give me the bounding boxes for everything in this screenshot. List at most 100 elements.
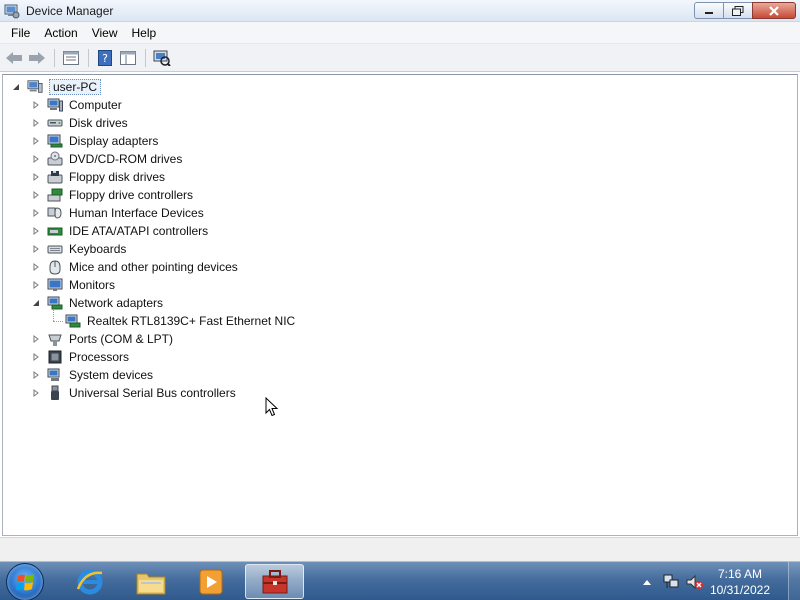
collapse-arrow-icon[interactable] — [11, 82, 21, 92]
tree-item-label[interactable]: Display adapters — [69, 134, 158, 148]
expand-arrow-icon[interactable] — [31, 262, 41, 272]
tree-connector — [53, 310, 54, 321]
taskbar-windows-explorer[interactable] — [123, 564, 179, 599]
tree-item-label[interactable]: Universal Serial Bus controllers — [69, 386, 236, 400]
expand-arrow-icon[interactable] — [31, 208, 41, 218]
tree-category-item[interactable]: Keyboards — [31, 240, 126, 258]
back-button[interactable] — [3, 47, 25, 69]
expand-arrow-icon[interactable] — [31, 226, 41, 236]
tree-item-label[interactable]: Realtek RTL8139C+ Fast Ethernet NIC — [87, 314, 295, 328]
tree-item-label[interactable]: Mice and other pointing devices — [69, 260, 238, 274]
tree-item-label[interactable]: Computer — [69, 98, 122, 112]
tree-category-item[interactable]: Universal Serial Bus controllers — [31, 384, 236, 402]
tree-item-label[interactable]: Disk drives — [69, 116, 128, 130]
close-button[interactable] — [752, 2, 796, 19]
tree-category-item[interactable]: Monitors — [31, 276, 115, 294]
tree-category-item[interactable]: Computer — [31, 96, 122, 114]
close-icon — [769, 5, 779, 16]
properties-view-icon — [63, 50, 79, 65]
tree-category-item[interactable]: IDE ATA/ATAPI controllers — [31, 222, 208, 240]
taskbar-media-player[interactable] — [183, 564, 239, 599]
expand-arrow-icon[interactable] — [31, 100, 41, 110]
minimize-icon — [705, 11, 713, 14]
monitor-icon — [47, 277, 63, 293]
menu-view[interactable]: View — [85, 22, 125, 44]
tree-category-item[interactable]: Ports (COM & LPT) — [31, 330, 173, 348]
show-hidden-icons-button[interactable] — [638, 573, 656, 591]
network-status-icon — [663, 574, 679, 588]
title-bar[interactable]: Device Manager — [0, 0, 800, 22]
help-button[interactable]: ? — [94, 47, 116, 69]
restore-button[interactable] — [723, 2, 752, 19]
volume-button[interactable] — [686, 573, 704, 591]
network-card-icon — [65, 313, 81, 329]
taskbar-device-manager[interactable] — [245, 564, 304, 599]
tree-item-label[interactable]: IDE ATA/ATAPI controllers — [69, 224, 208, 238]
expand-arrow-icon[interactable] — [31, 190, 41, 200]
expand-arrow-icon[interactable] — [31, 280, 41, 290]
tree-item-label[interactable]: DVD/CD-ROM drives — [69, 152, 182, 166]
taskbar-internet-explorer[interactable] — [62, 564, 118, 599]
tree-item-label[interactable]: Network adapters — [69, 296, 163, 310]
device-tree[interactable]: user-PC Computer Disk drives Display adapt… — [2, 74, 798, 536]
tree-item-label[interactable]: System devices — [69, 368, 153, 382]
internet-explorer-icon — [76, 569, 103, 594]
collapse-arrow-icon[interactable] — [31, 298, 41, 308]
tree-item-label[interactable]: Floppy disk drives — [69, 170, 165, 184]
tree-category-item[interactable]: System devices — [31, 366, 153, 384]
tree-category-item[interactable]: Human Interface Devices — [31, 204, 204, 222]
menu-help[interactable]: Help — [125, 22, 164, 44]
forward-button[interactable] — [26, 47, 48, 69]
network-status-button[interactable] — [662, 573, 680, 591]
tree-item-label[interactable]: Keyboards — [69, 242, 126, 256]
tree-category-item[interactable]: Network adapters — [31, 294, 163, 312]
status-bar — [0, 537, 800, 561]
tree-category-item[interactable]: Processors — [31, 348, 129, 366]
expand-arrow-icon[interactable] — [31, 244, 41, 254]
tree-category-item[interactable]: Disk drives — [31, 114, 128, 132]
toolbar-separator — [88, 48, 89, 67]
tree-item-label[interactable]: Ports (COM & LPT) — [69, 332, 173, 346]
show-hide-tree-button[interactable] — [117, 47, 139, 69]
tree-item-label[interactable]: Monitors — [69, 278, 115, 292]
tree-category-item[interactable]: Floppy disk drives — [31, 168, 165, 186]
help-icon: ? — [98, 49, 112, 66]
windows-explorer-icon — [136, 573, 166, 594]
show-desktop-button[interactable] — [788, 562, 800, 600]
scan-hardware-button[interactable] — [151, 47, 173, 69]
root-label[interactable]: user-PC — [49, 79, 102, 95]
expand-arrow-icon[interactable] — [31, 172, 41, 182]
tree-category-item[interactable]: Floppy drive controllers — [31, 186, 193, 204]
expand-arrow-icon[interactable] — [31, 136, 41, 146]
expand-arrow-icon[interactable] — [31, 352, 41, 362]
tree-child-item[interactable]: Realtek RTL8139C+ Fast Ethernet NIC — [65, 312, 295, 330]
floppy-disk-icon — [47, 169, 63, 185]
keyboard-icon — [47, 241, 63, 257]
properties-view-button[interactable] — [60, 47, 82, 69]
tree-root[interactable]: user-PC — [11, 78, 102, 96]
tree-item-label[interactable]: Processors — [69, 350, 129, 364]
expand-arrow-icon[interactable] — [31, 334, 41, 344]
expand-arrow-icon[interactable] — [31, 154, 41, 164]
expand-arrow-icon[interactable] — [31, 118, 41, 128]
expand-arrow-icon[interactable] — [31, 388, 41, 398]
window-title: Device Manager — [26, 4, 114, 18]
usb-icon — [47, 385, 63, 401]
toolbar: ? — [0, 44, 800, 72]
clock-time: 7:16 AM — [717, 566, 762, 581]
device-manager-app-icon[interactable] — [4, 3, 20, 19]
expand-arrow-icon[interactable] — [31, 370, 41, 380]
clock[interactable]: 7:16 AM 10/31/2022 — [710, 566, 770, 598]
menu-action[interactable]: Action — [37, 22, 84, 44]
tree-category-item[interactable]: DVD/CD-ROM drives — [31, 150, 182, 168]
tree-category-item[interactable]: Display adapters — [31, 132, 158, 150]
disk-drive-icon — [47, 115, 63, 131]
start-button[interactable] — [6, 563, 44, 600]
minimize-button[interactable] — [694, 2, 723, 19]
tree-category-item[interactable]: Mice and other pointing devices — [31, 258, 238, 276]
tree-item-label[interactable]: Human Interface Devices — [69, 206, 204, 220]
device-manager-task-icon — [262, 569, 287, 593]
tree-item-label[interactable]: Floppy drive controllers — [69, 188, 193, 202]
display-adapter-icon — [47, 133, 63, 149]
menu-file[interactable]: File — [4, 22, 37, 44]
